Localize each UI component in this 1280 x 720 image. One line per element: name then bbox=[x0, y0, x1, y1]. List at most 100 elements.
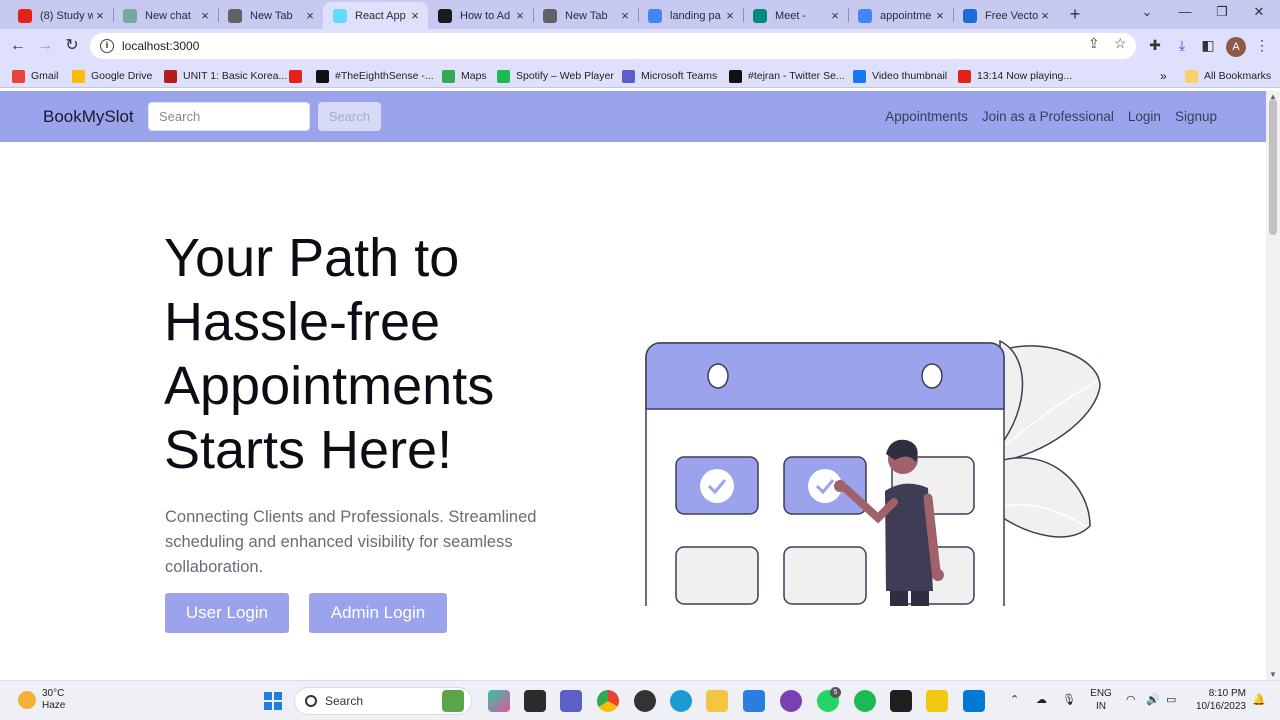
close-tab-icon[interactable]: × bbox=[303, 8, 317, 23]
bookmark-label: Video thumbnail bbox=[872, 70, 948, 82]
bookmark-item[interactable]: Gmail bbox=[12, 68, 58, 84]
tab-separator bbox=[743, 8, 744, 22]
close-tab-icon[interactable]: × bbox=[513, 8, 527, 23]
reload-icon[interactable]: ↻ bbox=[62, 36, 82, 56]
browser-tab[interactable]: React App × bbox=[323, 2, 428, 29]
bookmark-item[interactable]: #tejran - Twitter Se... bbox=[729, 68, 845, 84]
profile-avatar[interactable]: A bbox=[1226, 37, 1246, 57]
hero-subtitle: Connecting Clients and Professionals. St… bbox=[165, 508, 537, 576]
admin-login-button[interactable]: Admin Login bbox=[309, 593, 447, 633]
bookmark-item[interactable]: #TheEighthSense -... bbox=[316, 68, 434, 84]
browser-tab[interactable]: New chat × bbox=[113, 2, 218, 29]
game-dragon-icon[interactable] bbox=[442, 690, 464, 712]
figma-icon[interactable] bbox=[890, 690, 912, 712]
task-view-icon[interactable] bbox=[524, 690, 546, 712]
menu-kebab-icon[interactable]: ⋮ bbox=[1253, 37, 1271, 55]
weather-widget[interactable]: 30°C Haze bbox=[18, 688, 65, 712]
browser-tab[interactable]: New Tab × bbox=[218, 2, 323, 29]
close-tab-icon[interactable]: × bbox=[933, 8, 947, 23]
nav-link-join-professional[interactable]: Join as a Professional bbox=[982, 109, 1114, 124]
taskbar-search-label: Search bbox=[325, 694, 364, 708]
battery-icon[interactable]: ▭ bbox=[1166, 693, 1176, 706]
chrome-icon bbox=[228, 8, 242, 23]
chrome-taskbar-icon[interactable] bbox=[597, 690, 619, 712]
scroll-down-arrow-icon[interactable]: ▼ bbox=[1266, 670, 1280, 679]
bookmark-star-icon[interactable]: ☆ bbox=[1114, 35, 1127, 52]
user-login-button[interactable]: User Login bbox=[165, 593, 289, 633]
wifi-icon[interactable]: ◠ bbox=[1126, 693, 1136, 706]
browser-tab[interactable]: (8) Study w × bbox=[8, 2, 113, 29]
show-hidden-icons-chevron-icon[interactable]: ⌃ bbox=[1010, 693, 1019, 706]
bookmark-label: #TheEighthSense -... bbox=[335, 70, 434, 82]
github-desktop-icon[interactable] bbox=[780, 690, 802, 712]
bookmark-item[interactable]: Spotify – Web Player bbox=[497, 68, 614, 84]
bookmark-label: UNIT 1: Basic Korea... bbox=[183, 70, 288, 82]
check-circle-icon bbox=[700, 469, 734, 503]
maximize-window-icon[interactable]: ❐ bbox=[1209, 4, 1235, 24]
close-window-icon[interactable]: ✕ bbox=[1246, 4, 1272, 24]
browser-tab[interactable]: Meet - × bbox=[743, 2, 848, 29]
search-button[interactable]: Search bbox=[318, 102, 381, 131]
all-bookmarks-folder[interactable]: All Bookmarks bbox=[1185, 68, 1271, 84]
bookmark-item[interactable]: 13:14 Now playing... bbox=[958, 68, 1072, 84]
bookmark-item[interactable]: Maps bbox=[442, 68, 487, 84]
side-panel-icon[interactable]: ◧ bbox=[1199, 37, 1217, 55]
spotify-icon[interactable] bbox=[854, 690, 876, 712]
nav-link-signup[interactable]: Signup bbox=[1175, 109, 1217, 124]
calendar-cell bbox=[675, 546, 759, 605]
nav-link-login[interactable]: Login bbox=[1128, 109, 1161, 124]
minimize-window-icon[interactable]: — bbox=[1172, 4, 1198, 24]
bookmark-item[interactable] bbox=[289, 68, 308, 84]
scrollbar-thumb[interactable] bbox=[1269, 99, 1277, 235]
close-tab-icon[interactable]: × bbox=[1038, 8, 1052, 23]
bookmark-item[interactable]: Microsoft Teams bbox=[622, 68, 717, 84]
browser-tab[interactable]: New Tab × bbox=[533, 2, 638, 29]
microphone-icon[interactable]: 🎙 bbox=[1062, 693, 1076, 706]
close-tab-icon[interactable]: × bbox=[198, 8, 212, 23]
close-tab-icon[interactable]: × bbox=[93, 8, 107, 23]
teams-chat-icon[interactable] bbox=[560, 690, 582, 712]
onedrive-icon[interactable]: ☁ bbox=[1036, 693, 1047, 706]
page-scrollbar[interactable]: ▲ ▼ bbox=[1266, 91, 1280, 680]
power-bi-icon[interactable] bbox=[926, 690, 948, 712]
bookmark-item[interactable]: UNIT 1: Basic Korea... bbox=[164, 68, 287, 84]
vscode-icon[interactable] bbox=[963, 690, 985, 712]
browser-tab[interactable]: appointme × bbox=[848, 2, 953, 29]
site-info-icon[interactable]: i bbox=[100, 39, 114, 53]
tab-search-chevron-icon[interactable]: ⌄ bbox=[1134, 4, 1160, 24]
windows-start-icon[interactable] bbox=[264, 692, 282, 710]
extensions-puzzle-icon[interactable]: ✚ bbox=[1146, 37, 1164, 55]
back-arrow-icon[interactable]: ← bbox=[8, 36, 28, 56]
close-tab-icon[interactable]: × bbox=[618, 8, 632, 23]
volume-icon[interactable]: 🔊 bbox=[1146, 693, 1160, 706]
system-clock[interactable]: 8:10 PM 10/16/2023 bbox=[1186, 687, 1246, 713]
file-explorer-icon[interactable] bbox=[706, 690, 728, 712]
microsoft-store-icon[interactable] bbox=[743, 690, 765, 712]
page-viewport: BookMySlot Search Appointments Join as a… bbox=[0, 91, 1266, 680]
bookmark-item[interactable]: Video thumbnail bbox=[853, 68, 947, 84]
google-icon bbox=[858, 8, 872, 23]
close-tab-icon[interactable]: × bbox=[723, 8, 737, 23]
close-tab-icon[interactable]: × bbox=[828, 8, 842, 23]
browser-tab[interactable]: landing pa × bbox=[638, 2, 743, 29]
edge-icon[interactable] bbox=[670, 690, 692, 712]
nav-link-appointments[interactable]: Appointments bbox=[885, 109, 968, 124]
download-icon[interactable]: ⤓ bbox=[1173, 37, 1191, 55]
bookmark-favicon-icon bbox=[164, 69, 177, 83]
browser-tab[interactable]: How to Ad × bbox=[428, 2, 533, 29]
browser-tab[interactable]: Free Vecto × bbox=[953, 2, 1058, 29]
address-bar[interactable]: i localhost:3000 bbox=[90, 33, 1136, 59]
search-input[interactable] bbox=[148, 102, 310, 131]
notification-bell-icon[interactable]: 🔔 bbox=[1252, 693, 1266, 706]
tab-separator bbox=[953, 8, 954, 22]
close-tab-icon[interactable]: × bbox=[408, 8, 422, 23]
brand-logo[interactable]: BookMySlot bbox=[43, 107, 134, 127]
bookmark-item[interactable]: Google Drive bbox=[72, 68, 152, 84]
bookmarks-overflow-icon[interactable]: » bbox=[1160, 68, 1167, 84]
new-tab-button[interactable]: + bbox=[1064, 4, 1086, 26]
forward-arrow-icon[interactable]: → bbox=[35, 36, 55, 56]
share-icon[interactable]: ⇪ bbox=[1088, 35, 1100, 52]
copilot-icon[interactable] bbox=[488, 690, 510, 712]
language-indicator[interactable]: ENG IN bbox=[1088, 687, 1114, 713]
dell-icon[interactable] bbox=[634, 690, 656, 712]
